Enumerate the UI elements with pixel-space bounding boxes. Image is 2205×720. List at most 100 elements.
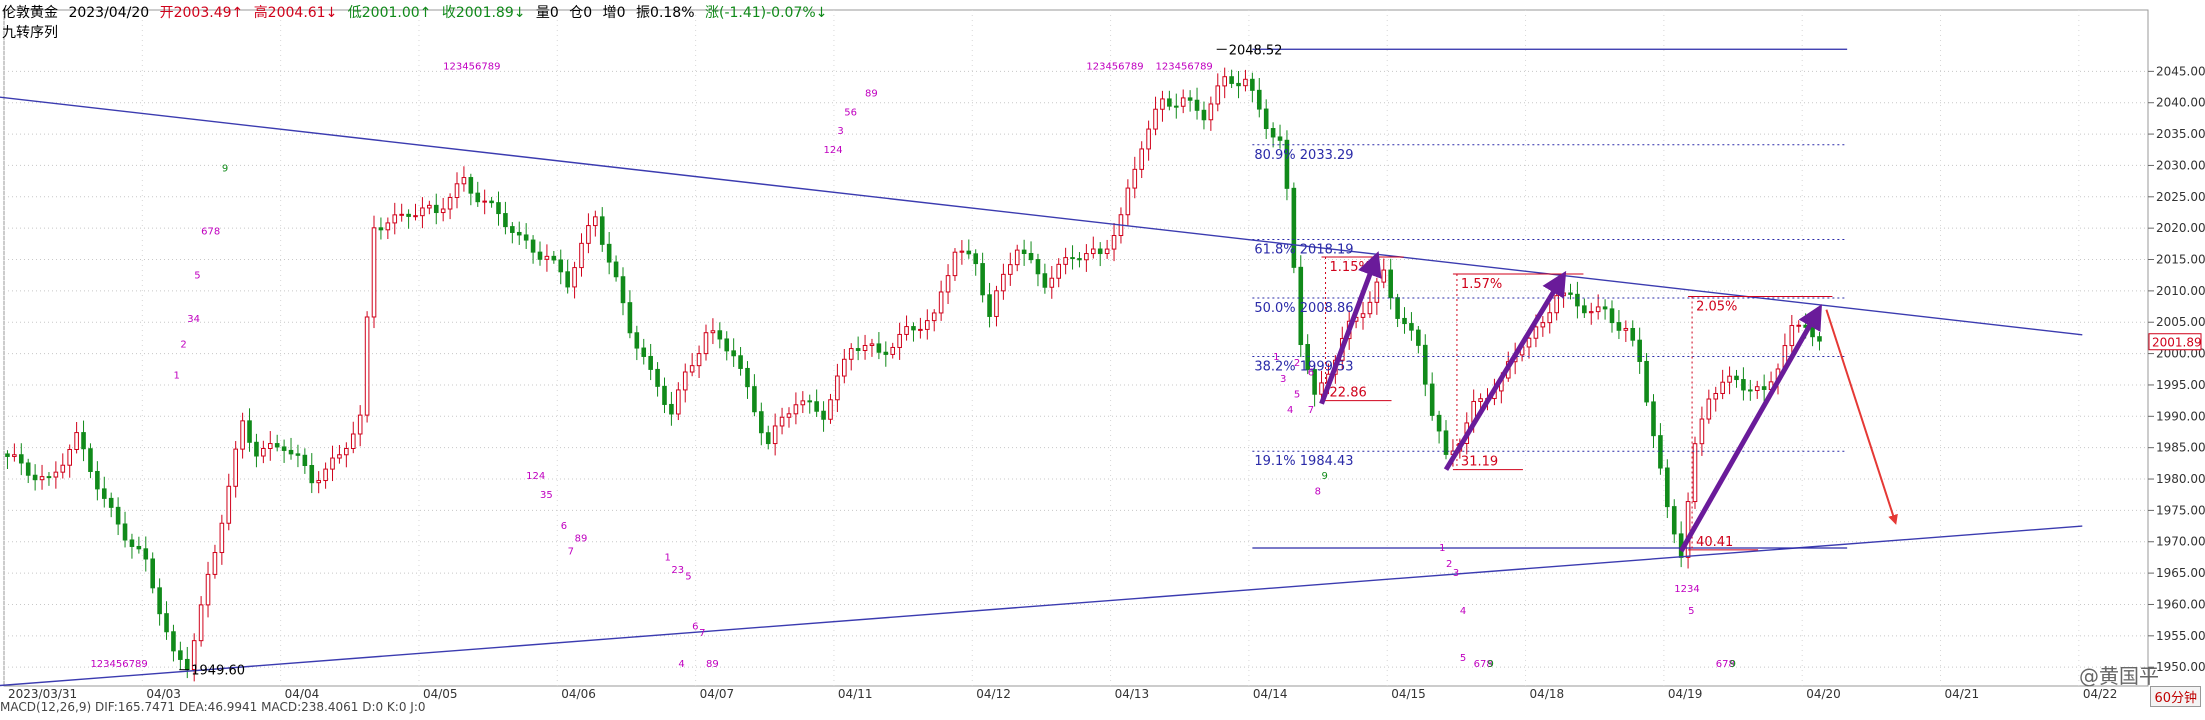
candle-body	[925, 320, 930, 330]
increase-value: 增0	[602, 5, 626, 21]
candle-body	[800, 400, 806, 406]
candle-body	[427, 204, 432, 209]
candle-body	[385, 222, 391, 231]
candle-body	[1319, 382, 1324, 395]
candle-body	[855, 348, 861, 351]
measure-amount: 31.19	[1461, 455, 1498, 470]
candle-body	[1443, 430, 1449, 455]
x-tick-label: 04/22	[2083, 687, 2118, 701]
position-value: 仓0	[569, 5, 593, 21]
candle-body	[503, 213, 508, 228]
candle-body	[1630, 327, 1636, 341]
x-tick-label: 04/07	[700, 687, 735, 701]
candle-body	[1167, 98, 1172, 107]
measure-amount: 40.41	[1696, 535, 1733, 550]
candle-body	[620, 276, 626, 304]
chart-svg: 2045.00 2040.00 2035.00 2030.00 2025.00 2020.…	[0, 9, 2205, 701]
candle-body	[95, 470, 100, 490]
y-tick-label: 2025.00	[2156, 190, 2205, 204]
candle-body	[558, 259, 564, 273]
x-tick-label: 04/05	[423, 687, 458, 701]
td-sequence-label: 89	[575, 534, 588, 545]
candle-body	[710, 330, 716, 334]
candle-body	[1685, 501, 1691, 558]
candle-body	[869, 343, 875, 346]
candle-body	[171, 631, 176, 652]
candle-body	[1374, 281, 1380, 303]
td-sequence-label: 9	[222, 164, 228, 175]
x-tick-label: 04/14	[1253, 687, 1288, 701]
candle-body	[1014, 249, 1020, 266]
candle-body	[482, 200, 487, 203]
candle-body	[586, 225, 591, 244]
td-sequence-label: 123456789	[443, 61, 500, 72]
candle-body	[254, 441, 259, 457]
td-sequence-label: 1	[173, 371, 179, 382]
td-sequence-label: 23	[671, 565, 684, 576]
candle-body	[510, 226, 515, 233]
x-tick-label: 04/12	[976, 687, 1011, 701]
candle-body	[516, 231, 522, 236]
td-sequence-label: 1	[1273, 352, 1279, 363]
candle-body	[613, 261, 619, 278]
candle-body	[1090, 248, 1096, 255]
candle-body	[1734, 375, 1739, 381]
candle-body	[1602, 306, 1608, 310]
candle-body	[1810, 326, 1815, 338]
candle-body	[1360, 313, 1366, 318]
candle-body	[198, 604, 204, 642]
td-sequence-label: 34	[187, 314, 200, 325]
candle-body	[793, 404, 799, 415]
candle-body	[1561, 292, 1566, 297]
candle-body	[1146, 128, 1151, 150]
candle-body	[357, 414, 363, 435]
candle-body	[1215, 85, 1221, 105]
y-tick-label: 2015.00	[2156, 253, 2205, 267]
measure-pct: 1.57%	[1461, 277, 1502, 292]
candle-body	[157, 587, 162, 615]
candle-body	[1436, 414, 1442, 432]
candle-body	[1409, 323, 1414, 331]
candle-body	[1243, 78, 1248, 87]
candle-body	[1422, 344, 1428, 385]
candle-body	[689, 365, 695, 373]
candle-body	[1651, 401, 1656, 437]
td-sequence-label: 6	[692, 622, 698, 633]
candle-body	[897, 333, 902, 348]
candle-body	[669, 403, 674, 415]
y-tick-label: 1990.00	[2156, 409, 2205, 423]
candle-body	[108, 497, 114, 508]
candle-body	[1381, 269, 1387, 283]
candle-body	[302, 454, 308, 467]
x-tick-label: 04/19	[1668, 687, 1703, 701]
candle-body	[440, 208, 446, 214]
y-tick-label: 2020.00	[2156, 221, 2205, 235]
candle-body	[378, 227, 384, 231]
y-tick-label: 1980.00	[2156, 472, 2205, 486]
candle-body	[593, 216, 598, 227]
x-tick-label: 04/13	[1115, 687, 1150, 701]
candle-body	[129, 539, 135, 547]
candle-body	[745, 367, 750, 388]
candle-body	[1201, 109, 1207, 121]
candle-body	[641, 347, 647, 357]
td-sequence-label: 7	[1308, 405, 1314, 416]
candle-body	[1367, 301, 1373, 315]
candle-body	[530, 239, 536, 253]
candle-body	[454, 183, 460, 199]
td-sequence-label: 56	[844, 107, 857, 118]
x-tick-label: 04/06	[561, 687, 596, 701]
td-sequence-label: 1234	[1674, 584, 1699, 595]
measure-pct: 2.05%	[1696, 300, 1737, 315]
candle-body	[731, 350, 736, 357]
rally-arrow	[1443, 270, 1567, 471]
y-tick-label: 1975.00	[2156, 503, 2205, 517]
candle-body	[413, 215, 418, 218]
candle-body	[703, 332, 709, 355]
candle-body	[848, 348, 854, 360]
td-sequence-label: 678	[201, 226, 220, 237]
candle-body	[1727, 375, 1732, 383]
candle-body	[655, 368, 660, 387]
candle-body	[959, 250, 965, 253]
candle-body	[115, 506, 121, 525]
